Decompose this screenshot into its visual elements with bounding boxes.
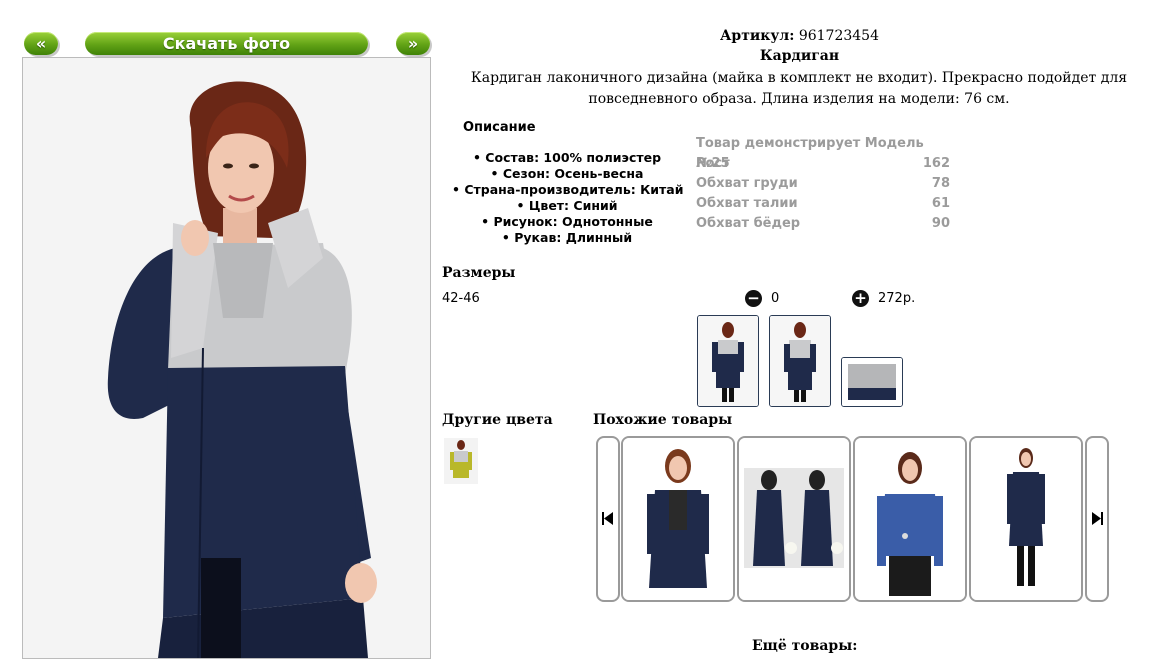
size-value: 42-46 [442, 291, 480, 306]
measurement-label: Рост [696, 156, 730, 171]
measurement-label: Обхват бёдер [696, 216, 801, 231]
description-item: • Состав: 100% полиэстер [472, 150, 662, 165]
measurement-label: Обхват груди [696, 176, 798, 191]
description-item: • Цвет: Синий [516, 198, 618, 213]
model-measurements: Товар демонстрирует Модель №25 Рост 162 … [696, 134, 950, 234]
carousel-next-button[interactable] [1085, 436, 1109, 602]
skip-back-icon [602, 512, 613, 525]
product-image [739, 438, 849, 600]
thumbnail-image [444, 438, 478, 484]
similar-product-card[interactable] [621, 436, 735, 602]
product-description: Кардиган лаконичного дизайна (майка в ко… [470, 70, 1128, 107]
other-colors-heading: Другие цвета [442, 412, 553, 428]
article-value: 961723454 [798, 28, 879, 44]
description-item: • Сезон: Осень-весна [490, 166, 644, 181]
description-list: • Состав: 100% полиэстер • Сезон: Осень-… [452, 150, 684, 246]
price-value: 272р. [878, 291, 916, 306]
measurement-row: Обхват бёдер 90 [696, 214, 950, 234]
next-photo-button[interactable]: » [396, 32, 430, 55]
similar-products-heading: Похожие товары [593, 412, 733, 428]
thumbnail-image [842, 358, 902, 406]
plus-circle-icon[interactable]: + [852, 290, 869, 307]
product-image [855, 438, 965, 600]
main-product-photo [22, 57, 431, 659]
more-products-heading: Ещё товары: [752, 638, 858, 654]
article-label: Артикул: [720, 28, 795, 44]
other-color-thumbnail[interactable] [444, 438, 478, 484]
article-line: Артикул: 961723454 [440, 28, 1159, 44]
prev-photo-button[interactable]: « [24, 32, 58, 55]
measurement-value: 162 [922, 156, 950, 171]
model-illustration [23, 58, 430, 658]
description-heading: Описание [463, 120, 536, 135]
description-item: • Рукав: Длинный [501, 230, 633, 245]
measurement-label: Обхват талии [696, 196, 798, 211]
thumbnail-image [698, 316, 758, 406]
product-image [623, 438, 733, 600]
minus-circle-icon[interactable]: − [745, 290, 762, 307]
product-image [971, 438, 1081, 600]
skip-forward-icon [1092, 512, 1103, 525]
measurement-value: 78 [931, 176, 950, 191]
download-photo-button[interactable]: Скачать фото [85, 32, 368, 55]
similar-product-card[interactable] [969, 436, 1083, 602]
product-title: Кардиган [759, 48, 840, 64]
carousel-prev-button[interactable] [596, 436, 620, 602]
sizes-heading: Размеры [442, 265, 516, 281]
thumbnail-back[interactable] [769, 315, 831, 407]
description-item: • Страна-производитель: Китай [452, 182, 684, 197]
thumbnail-front[interactable] [697, 315, 759, 407]
similar-product-card[interactable] [853, 436, 967, 602]
quantity-value: 0 [771, 291, 780, 306]
description-item: • Рисунок: Однотонные [481, 214, 653, 229]
thumbnail-image [770, 316, 830, 406]
measurement-row: Рост 162 [696, 154, 950, 174]
measurement-value: 61 [931, 196, 950, 211]
thumbnail-detail[interactable] [841, 357, 903, 407]
model-title: Товар демонстрирует Модель №25 [696, 136, 924, 171]
measurement-value: 90 [931, 216, 950, 231]
measurement-row: Обхват талии 61 [696, 194, 950, 214]
similar-product-card[interactable] [737, 436, 851, 602]
measurement-row: Обхват груди 78 [696, 174, 950, 194]
